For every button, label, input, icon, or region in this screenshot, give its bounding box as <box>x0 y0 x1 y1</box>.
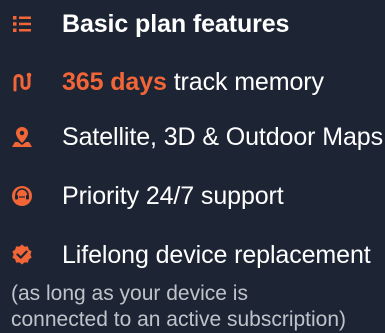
track-route-icon <box>9 69 35 95</box>
highlight-text: 365 days <box>62 68 167 96</box>
feature-track-memory: 365 days track memory <box>0 60 385 104</box>
feature-text: track memory <box>166 68 324 96</box>
note-line: connected to an active subscription) <box>11 308 347 331</box>
feature-support: Priority 24/7 support <box>0 174 385 218</box>
feature-label: Priority 24/7 support <box>62 182 284 210</box>
feature-device-replacement: Lifelong device replacement <box>0 233 385 277</box>
list-icon <box>9 11 35 37</box>
subscription-note: (as long as your device is connected to … <box>11 281 385 333</box>
feature-label: Basic plan features <box>62 10 290 38</box>
feature-label: Lifelong device replacement <box>62 241 371 269</box>
feature-label: Satellite, 3D & Outdoor Maps <box>62 123 383 151</box>
feature-maps: Satellite, 3D & Outdoor Maps <box>0 115 385 159</box>
support-headset-icon <box>9 183 35 209</box>
badge-check-icon <box>9 242 35 268</box>
feature-basic-plan: Basic plan features <box>0 2 385 46</box>
feature-label: 365 days track memory <box>62 60 324 104</box>
note-line: (as long as your device is <box>11 282 248 305</box>
map-pin-icon <box>9 124 35 150</box>
